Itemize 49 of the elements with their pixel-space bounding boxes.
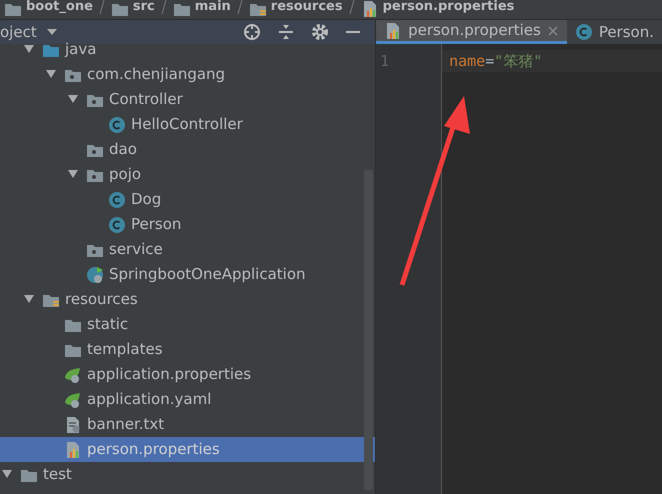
leaf-config-icon [64, 366, 82, 384]
leaf-config-icon [64, 390, 82, 408]
class-icon [574, 23, 593, 41]
tree-item[interactable]: pojo [0, 162, 376, 187]
tree-item[interactable]: static [0, 312, 376, 337]
breadcrumb-item[interactable]: src [132, 0, 155, 14]
editor-tab[interactable]: Person. [566, 20, 662, 44]
tree-item[interactable]: application.yaml [0, 387, 376, 412]
breadcrumb-separator-icon [348, 0, 355, 14]
expand-arrow-icon[interactable] [24, 294, 34, 304]
tree-item[interactable]: com.chenjiangang [0, 62, 376, 87]
tree-item[interactable]: person.properties [0, 437, 376, 462]
tree-item[interactable]: SpringbootOneApplication [0, 262, 376, 287]
scrollbar-thumb[interactable] [364, 170, 374, 490]
expand-arrow-icon[interactable] [46, 69, 56, 80]
breadcrumb-item[interactable]: resources [270, 0, 343, 14]
tree-item[interactable]: HelloController [0, 112, 376, 137]
class-icon [108, 116, 126, 134]
tree-item[interactable]: application.properties [0, 362, 376, 387]
spring-class-icon [86, 266, 104, 284]
settings-icon[interactable] [311, 23, 330, 41]
editor-tab[interactable]: person.properties [376, 20, 567, 44]
properties-file-icon [64, 440, 82, 458]
tree-item[interactable]: resources [0, 287, 376, 312]
breadcrumb-item[interactable]: person.properties [382, 0, 514, 14]
tree-item[interactable]: Dog [0, 187, 376, 212]
tree-item[interactable]: Person [0, 212, 376, 237]
panel-title[interactable]: oject [0, 20, 37, 44]
tree-item[interactable]: Controller [0, 87, 376, 112]
tree-item[interactable]: banner.txt [0, 412, 376, 437]
expand-arrow-icon[interactable] [68, 94, 78, 104]
expand-arrow-icon[interactable] [68, 169, 78, 180]
breadcrumb-item[interactable]: main [194, 0, 231, 14]
breadcrumb-separator-icon [160, 0, 167, 14]
class-icon [108, 190, 126, 208]
dropdown-caret-icon[interactable] [44, 27, 59, 37]
breadcrumb-item[interactable]: boot_one [26, 0, 93, 14]
breadcrumb-separator-icon [236, 0, 243, 14]
tree-item[interactable]: test [0, 462, 376, 487]
tree-item[interactable]: templates [0, 337, 376, 362]
locate-icon[interactable] [243, 23, 262, 41]
tree-item[interactable]: service [0, 237, 376, 262]
text-file-icon [64, 416, 82, 434]
class-icon [108, 216, 126, 234]
collapse-icon[interactable] [277, 23, 296, 41]
expand-arrow-icon[interactable] [2, 469, 12, 480]
expand-arrow-icon[interactable] [24, 44, 34, 54]
tree-item[interactable]: dao [0, 137, 376, 162]
breadcrumb-separator-icon [98, 0, 105, 14]
